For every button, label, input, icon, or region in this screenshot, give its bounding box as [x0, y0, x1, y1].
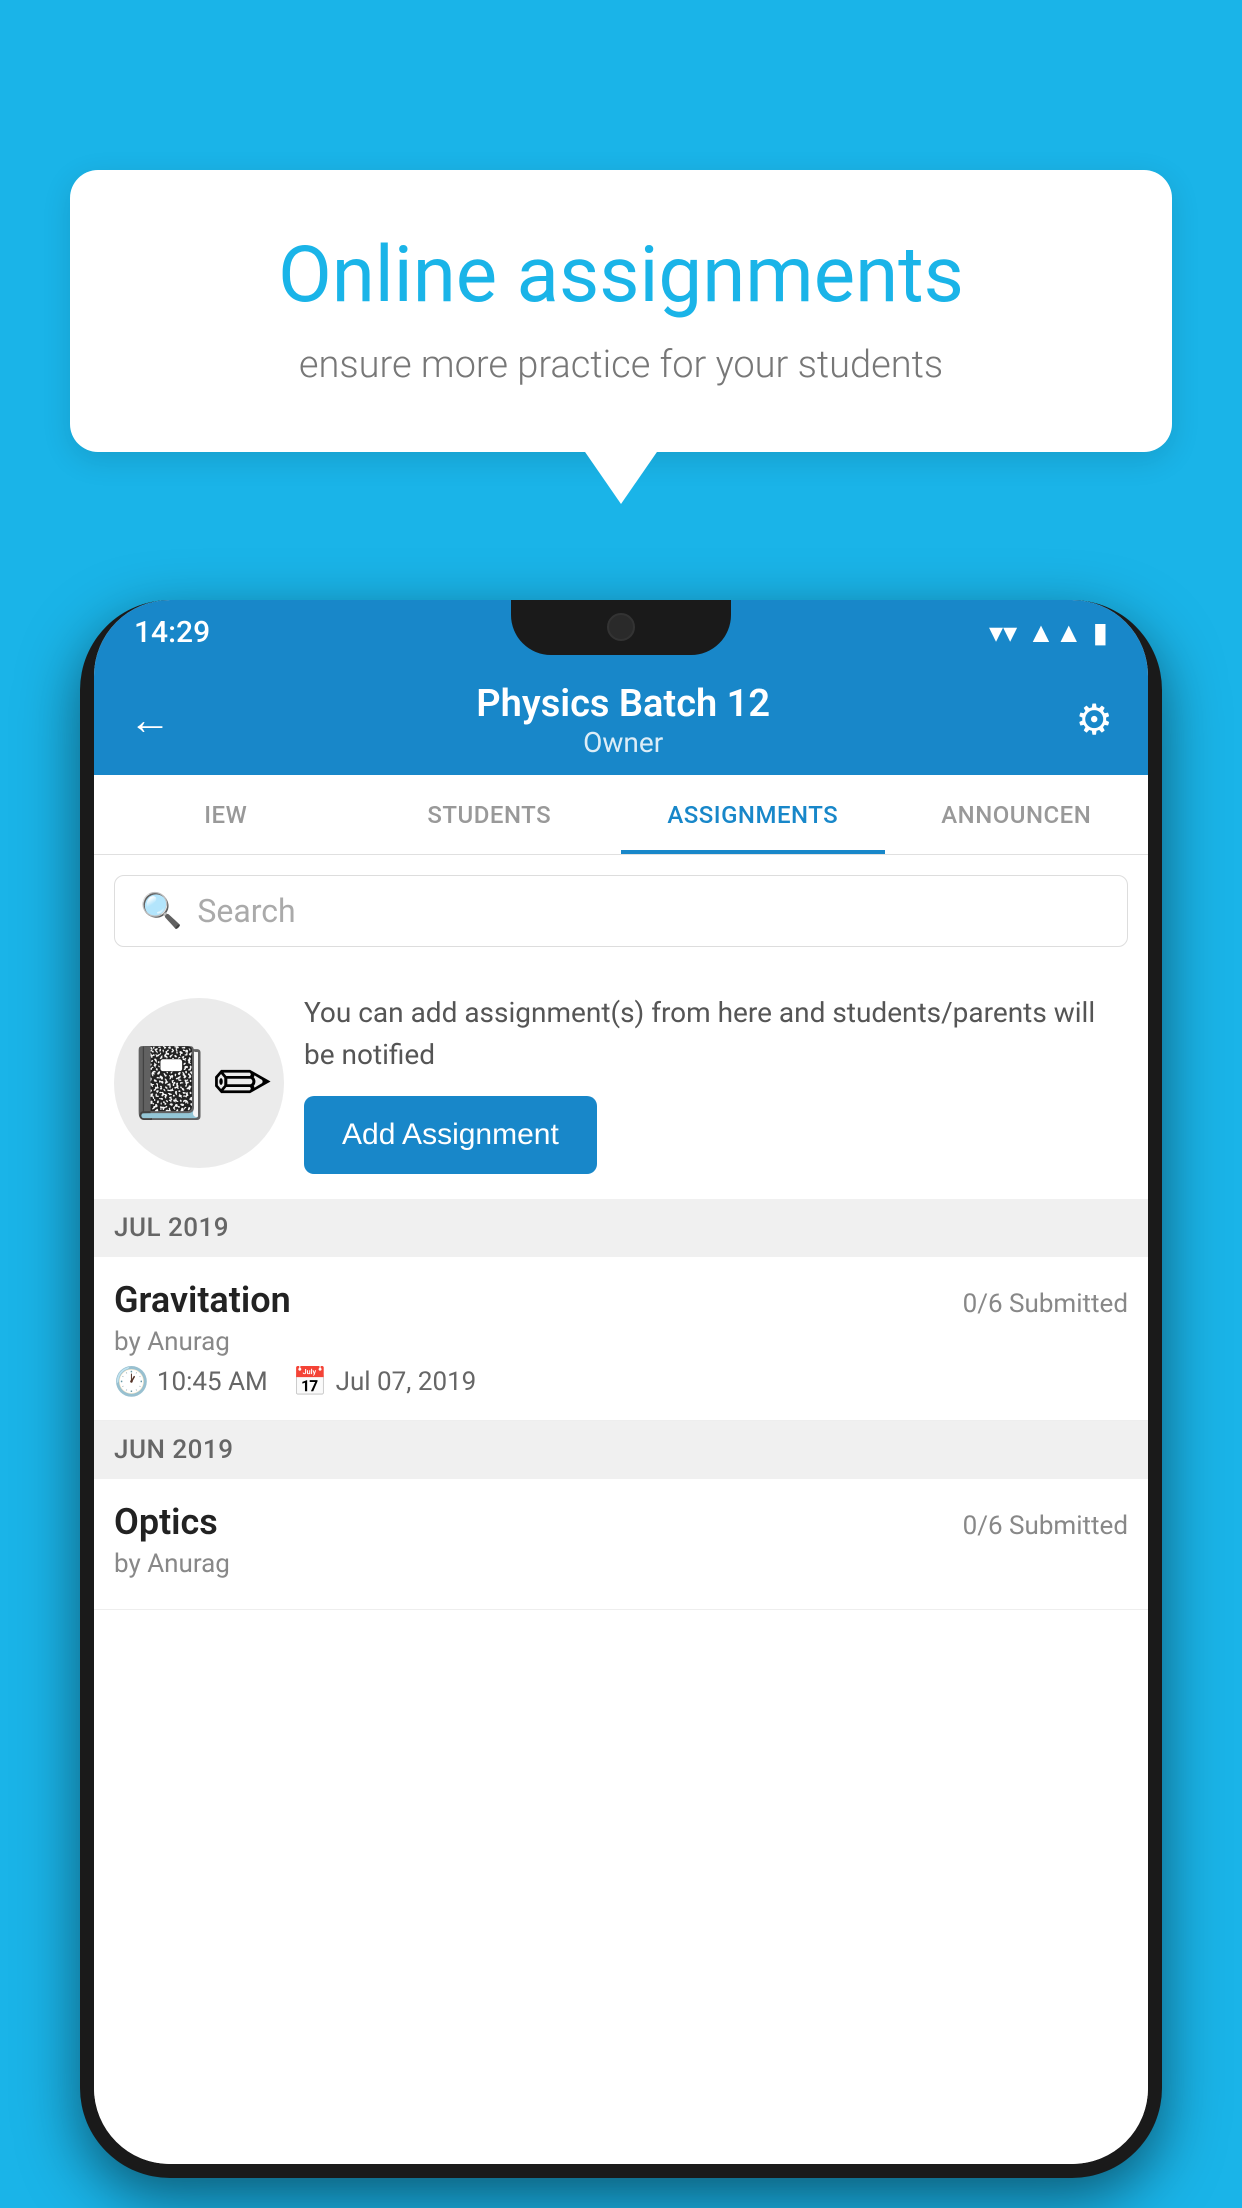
app-header: ← Physics Batch 12 Owner ⚙ — [94, 665, 1148, 775]
settings-icon[interactable]: ⚙ — [1075, 695, 1113, 745]
assignment-name: Optics — [114, 1501, 218, 1543]
header-center: Physics Batch 12 Owner — [476, 682, 770, 759]
tab-assignments[interactable]: ASSIGNMENTS — [621, 775, 885, 854]
assignment-date: 📅 Jul 07, 2019 — [293, 1365, 477, 1398]
assignment-by: by Anurag — [114, 1327, 1128, 1357]
search-bar[interactable]: 🔍 Search — [114, 875, 1128, 947]
assignment-meta: 🕐 10:45 AM 📅 Jul 07, 2019 — [114, 1365, 1128, 1398]
status-time: 14:29 — [134, 615, 210, 650]
submitted-count: 0/6 Submitted — [963, 1511, 1128, 1541]
tab-iew[interactable]: IEW — [94, 775, 358, 854]
tab-announcements[interactable]: ANNOUNCEN — [885, 775, 1149, 854]
battery-icon: ▮ — [1093, 616, 1108, 649]
promo-icon-circle: 📓✏ — [114, 998, 284, 1168]
status-icons: ▾▾ ▲▲ ▮ — [989, 616, 1108, 649]
phone-screen: 14:29 ▾▾ ▲▲ ▮ ← Physics Batch 12 Owner ⚙… — [94, 600, 1148, 2164]
section-header-jul: JUL 2019 — [94, 1199, 1148, 1257]
batch-title: Physics Batch 12 — [476, 682, 770, 726]
assignment-row: Gravitation 0/6 Submitted — [114, 1279, 1128, 1321]
calendar-icon: 📅 — [293, 1365, 328, 1398]
content-area: 🔍 Search 📓✏ You can add assignment(s) fr… — [94, 855, 1148, 2164]
clock-icon: 🕐 — [114, 1365, 149, 1398]
tab-students[interactable]: STUDENTS — [358, 775, 622, 854]
phone-frame: 14:29 ▾▾ ▲▲ ▮ ← Physics Batch 12 Owner ⚙… — [80, 600, 1162, 2178]
assignment-by: by Anurag — [114, 1549, 1128, 1579]
speech-bubble: Online assignments ensure more practice … — [70, 170, 1172, 452]
phone-notch — [511, 600, 731, 655]
assignment-time: 🕐 10:45 AM — [114, 1365, 268, 1398]
section-header-jun: JUN 2019 — [94, 1421, 1148, 1479]
assignment-item-gravitation[interactable]: Gravitation 0/6 Submitted by Anurag 🕐 10… — [94, 1257, 1148, 1421]
promo-heading: Online assignments — [140, 230, 1102, 321]
add-assignment-button[interactable]: Add Assignment — [304, 1096, 597, 1174]
search-icon: 🔍 — [140, 891, 182, 931]
wifi-icon: ▾▾ — [989, 616, 1017, 649]
promo-subtext: ensure more practice for your students — [140, 343, 1102, 387]
promo-right: You can add assignment(s) from here and … — [304, 992, 1128, 1174]
back-button[interactable]: ← — [129, 696, 171, 745]
assignment-row: Optics 0/6 Submitted — [114, 1501, 1128, 1543]
submitted-count: 0/6 Submitted — [963, 1289, 1128, 1319]
search-input[interactable]: Search — [197, 892, 295, 930]
tabs-bar: IEW STUDENTS ASSIGNMENTS ANNOUNCEN — [94, 775, 1148, 855]
promo-section: 📓✏ You can add assignment(s) from here a… — [94, 967, 1148, 1199]
promo-description: You can add assignment(s) from here and … — [304, 992, 1128, 1076]
batch-subtitle: Owner — [476, 726, 770, 759]
assignment-item-optics[interactable]: Optics 0/6 Submitted by Anurag — [94, 1479, 1148, 1610]
assignment-name: Gravitation — [114, 1279, 291, 1321]
notebook-icon: 📓✏ — [126, 1042, 272, 1125]
camera — [607, 613, 635, 641]
promo-card: Online assignments ensure more practice … — [70, 170, 1172, 452]
signal-icon: ▲▲ — [1027, 616, 1082, 649]
